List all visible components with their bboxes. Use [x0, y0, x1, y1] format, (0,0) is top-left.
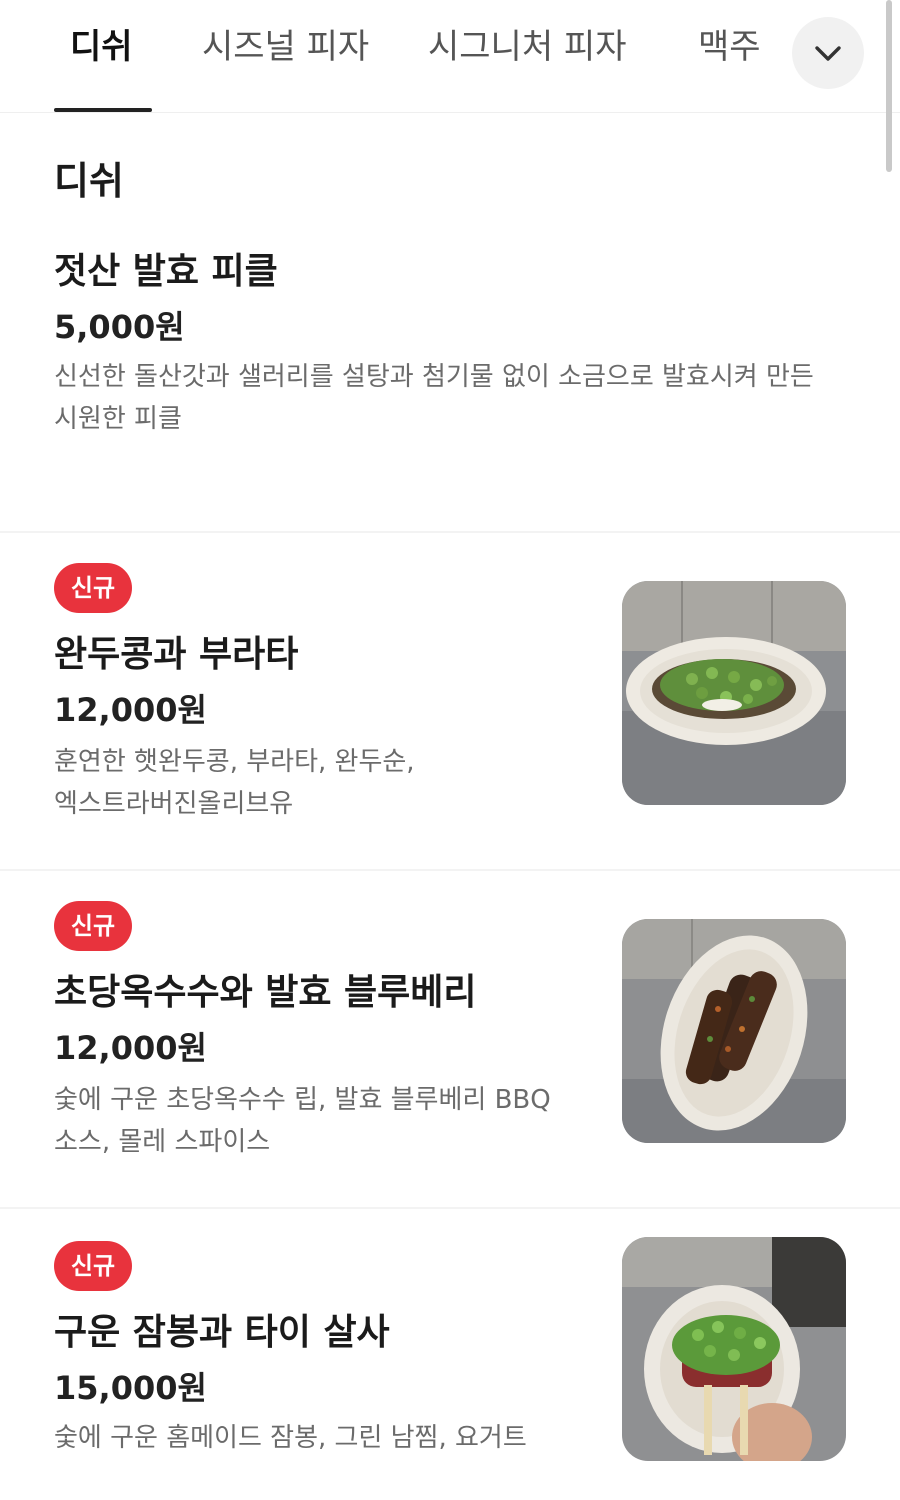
tab-beer[interactable]: 맥주	[698, 22, 761, 72]
tab-dish[interactable]: 디쉬	[70, 22, 133, 72]
item-description: 숯에 구운 홈메이드 잠봉, 그린 남찜, 요거트	[54, 1423, 527, 1453]
menu-item[interactable]: 신규 구운 잠봉과 타이 살사 15,000원 숯에 구운 홈메이드 잠봉, 그…	[0, 1209, 900, 1500]
item-photo	[622, 919, 846, 1143]
item-name: 완두콩과 부라타	[54, 634, 299, 675]
tab-seasonal-pizza[interactable]: 시즈널 피자	[202, 22, 369, 72]
menu-item[interactable]: 신규 완두콩과 부라타 12,000원 훈연한 햇완두콩, 부라타, 완두순, …	[0, 533, 900, 869]
section-title: 디쉬	[54, 159, 124, 203]
tab-signature-pizza[interactable]: 시그니처 피자	[428, 22, 627, 72]
item-name: 구운 잠봉과 타이 살사	[54, 1312, 390, 1353]
item-price: 12,000원	[54, 691, 207, 729]
menu-item[interactable]: 신규 초당옥수수와 발효 블루베리 12,000원 숯에 구운 초당옥수수 립,…	[0, 871, 900, 1207]
active-tab-indicator	[54, 108, 152, 112]
new-badge: 신규	[54, 1241, 132, 1291]
menu-item[interactable]: 젓산 발효 피클 5,000원 신선한 돌산갓과 샐러리를 설탕과 첨기물 없이…	[0, 230, 900, 532]
scrollbar[interactable]	[886, 0, 892, 172]
category-tab-bar: 디쉬 시즈널 피자 시그니처 피자 맥주	[0, 0, 900, 113]
new-badge: 신규	[54, 563, 132, 613]
item-name: 초당옥수수와 발효 블루베리	[54, 972, 477, 1013]
item-description: 훈연한 햇완두콩, 부라타, 완두순, 엑스트라버진올리브유	[54, 747, 415, 819]
chevron-down-icon	[815, 46, 841, 61]
new-badge: 신규	[54, 901, 132, 951]
item-description: 숯에 구운 초당옥수수 립, 발효 블루베리 BBQ 소스, 몰레 스파이스	[54, 1085, 551, 1157]
item-photo	[622, 581, 846, 805]
item-price: 12,000원	[54, 1029, 207, 1067]
item-price: 15,000원	[54, 1369, 207, 1407]
more-categories-button[interactable]	[792, 17, 864, 89]
item-price: 5,000원	[54, 308, 185, 346]
item-description: 신선한 돌산갓과 샐러리를 설탕과 첨기물 없이 소금으로 발효시켜 만든 시원…	[54, 362, 814, 434]
item-name: 젓산 발효 피클	[54, 251, 278, 292]
item-photo	[622, 1237, 846, 1461]
